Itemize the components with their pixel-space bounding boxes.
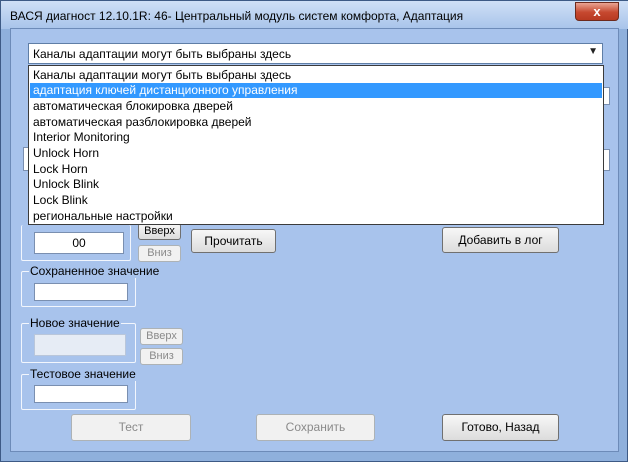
app-window: ВАСЯ диагност 12.10.1R: 46- Центральный … [0,0,628,462]
dropdown-option[interactable]: Lock Blink [30,193,602,208]
dropdown-option[interactable]: Каналы адаптации могут быть выбраны здес… [30,68,602,83]
close-button[interactable]: x [575,2,619,21]
chevron-down-icon[interactable]: ▼ [588,46,598,57]
dropdown-option-highlighted[interactable]: адаптация ключей дистанционного управлен… [30,83,602,98]
test-value-input[interactable] [34,385,128,403]
new-value-down-button: Вниз [140,348,183,365]
window-title: ВАСЯ диагност 12.10.1R: 46- Центральный … [10,9,464,23]
add-to-log-button[interactable]: Добавить в лог [442,227,559,253]
saved-value-label: Сохраненное значение [29,264,161,278]
new-value-label: Новое значение [29,316,121,330]
dropdown-option[interactable]: автоматическая разблокировка дверей [30,115,602,130]
test-value-label: Тестовое значение [29,367,137,381]
read-button[interactable]: Прочитать [191,229,276,253]
channel-number-input[interactable]: 00 [34,232,124,254]
channel-up-button[interactable]: Вверх [138,223,181,240]
test-button: Тест [71,414,191,441]
adaptation-channel-select[interactable]: Каналы адаптации могут быть выбраны здес… [28,43,603,64]
new-value-up-button: Вверх [140,328,183,345]
title-bar: ВАСЯ диагност 12.10.1R: 46- Центральный … [1,1,628,29]
dropdown-option[interactable]: автоматическая блокировка дверей [30,99,602,114]
channel-down-button: Вниз [138,245,181,262]
new-value-input [34,334,126,356]
save-button: Сохранить [256,414,375,441]
done-back-button[interactable]: Готово, Назад [442,414,559,441]
dropdown-option[interactable]: Lock Horn [30,162,602,177]
channel-dropdown-list: Каналы адаптации могут быть выбраны здес… [28,65,604,225]
combo-selected-text: Каналы адаптации могут быть выбраны здес… [33,47,292,61]
dropdown-option[interactable]: Unlock Blink [30,177,602,192]
dropdown-option[interactable]: Interior Monitoring [30,130,602,145]
dropdown-option[interactable]: Unlock Horn [30,146,602,161]
dropdown-option[interactable]: региональные настройки [30,209,602,224]
saved-value-field [34,283,128,301]
